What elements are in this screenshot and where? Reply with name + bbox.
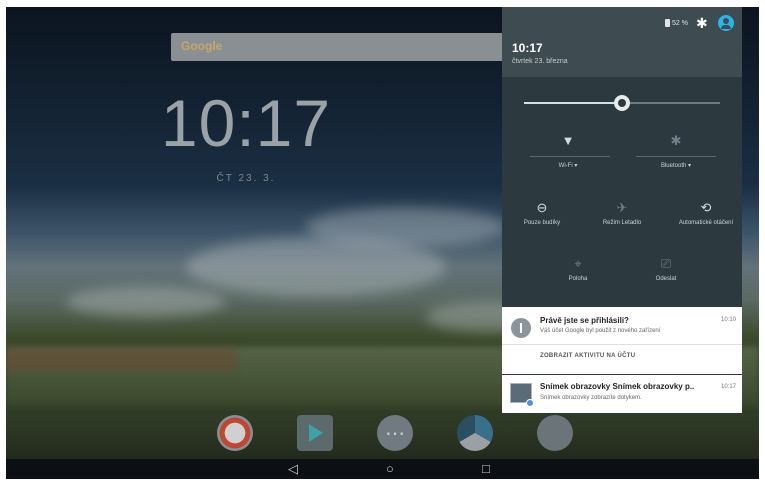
brightness-fill — [524, 102, 622, 104]
location-icon: ⌖ — [574, 256, 582, 271]
notification-signin[interactable]: Právě jste se přihlásili? Váš účet Googl… — [502, 307, 742, 374]
notification-screenshot[interactable]: Snímek obrazovky Snímek obrazovky p.. Sn… — [502, 375, 742, 413]
user-avatar-icon[interactable] — [718, 15, 734, 31]
wallpaper-cloud — [66, 287, 226, 317]
shade-time: 10:17 — [512, 41, 543, 55]
brightness-thumb-icon[interactable] — [614, 95, 630, 111]
cast-icon: ⎚ — [660, 256, 672, 271]
notification-time: 10:10 — [720, 317, 736, 323]
tile-location[interactable]: ⌖ Poloha — [548, 255, 608, 282]
shade-date: čtvrtek 23. března — [512, 58, 568, 65]
alert-icon — [511, 318, 531, 338]
tile-cast[interactable]: ⎚ Odeslat — [636, 255, 696, 282]
notification-time: 10:17 — [720, 384, 736, 390]
wallpaper-field — [6, 347, 236, 371]
google-search-bar[interactable]: Google — [171, 33, 511, 61]
view-account-activity-button[interactable]: ZOBRAZIT AKTIVITU NA ÚČTU — [540, 353, 635, 359]
screenshot-badge-icon — [526, 399, 534, 407]
tile-wifi[interactable]: ▼ Wi-Fi ▾ — [528, 132, 608, 169]
shade-header: 52 % ✱ 10:17 čtvrtek 23. března — [502, 7, 742, 77]
app-drawer-icon[interactable] — [377, 415, 413, 451]
app-dock — [211, 415, 591, 459]
play-store-icon[interactable] — [297, 415, 333, 451]
chrome-icon[interactable] — [457, 415, 493, 451]
tile-bluetooth-label: Bluetooth — [660, 163, 687, 169]
home-button[interactable]: ○ — [386, 461, 394, 476]
home-date: ČT 23. 3. — [216, 173, 276, 184]
notification-text: Snímek obrazovky zobrazíte dotykem. — [540, 395, 642, 401]
battery-level: 52 % — [672, 19, 688, 27]
google-app-icon[interactable] — [217, 415, 253, 451]
wallpaper-cloud — [306, 207, 506, 247]
brightness-slider[interactable] — [524, 95, 720, 111]
battery-icon — [665, 19, 671, 27]
bluetooth-icon: ✱ — [670, 133, 682, 148]
tile-dnd-label: Pouze budíky — [523, 220, 561, 226]
tile-bluetooth[interactable]: ✱ Bluetooth ▾ — [636, 132, 716, 169]
tile-auto-rotate[interactable]: ⟲ Automatické otáčení — [670, 199, 742, 226]
tile-location-label: Poloha — [568, 276, 588, 282]
tile-airplane-label: Režim Letadlo — [602, 220, 642, 226]
airplane-icon: ✈ — [616, 200, 628, 215]
tile-do-not-disturb[interactable]: ⊖ Pouze budíky — [512, 199, 572, 226]
tile-divider — [530, 156, 610, 157]
notification-title: Právě jste se přihlásili? — [540, 316, 629, 325]
tile-airplane[interactable]: ✈ Režim Letadlo — [592, 199, 652, 226]
gear-icon[interactable]: ✱ — [696, 16, 710, 30]
tile-divider — [636, 156, 716, 157]
back-button[interactable]: ◁ — [288, 461, 298, 477]
notification-text: Váš účet Google byl použit z nového zaří… — [540, 328, 661, 334]
navigation-bar: ◁ ○ □ — [6, 459, 759, 479]
home-clock[interactable]: 10:17 — [146, 85, 346, 161]
recents-button[interactable]: □ — [482, 461, 490, 476]
camera-icon[interactable] — [537, 415, 573, 451]
wifi-icon: ▼ — [561, 133, 575, 148]
do-not-disturb-icon: ⊖ — [536, 200, 548, 215]
status-row: 52 % ✱ — [665, 15, 734, 31]
tile-wifi-label: Wi-Fi — [558, 163, 573, 169]
battery-indicator: 52 % — [665, 19, 688, 27]
notification-divider — [502, 344, 742, 345]
google-logo: Google — [181, 39, 223, 53]
rotate-icon: ⟲ — [700, 200, 712, 215]
tile-cast-label: Odeslat — [655, 276, 677, 282]
tile-rotate-label: Automatické otáčení — [678, 220, 734, 226]
notification-title: Snímek obrazovky Snímek obrazovky p.. — [540, 382, 695, 391]
